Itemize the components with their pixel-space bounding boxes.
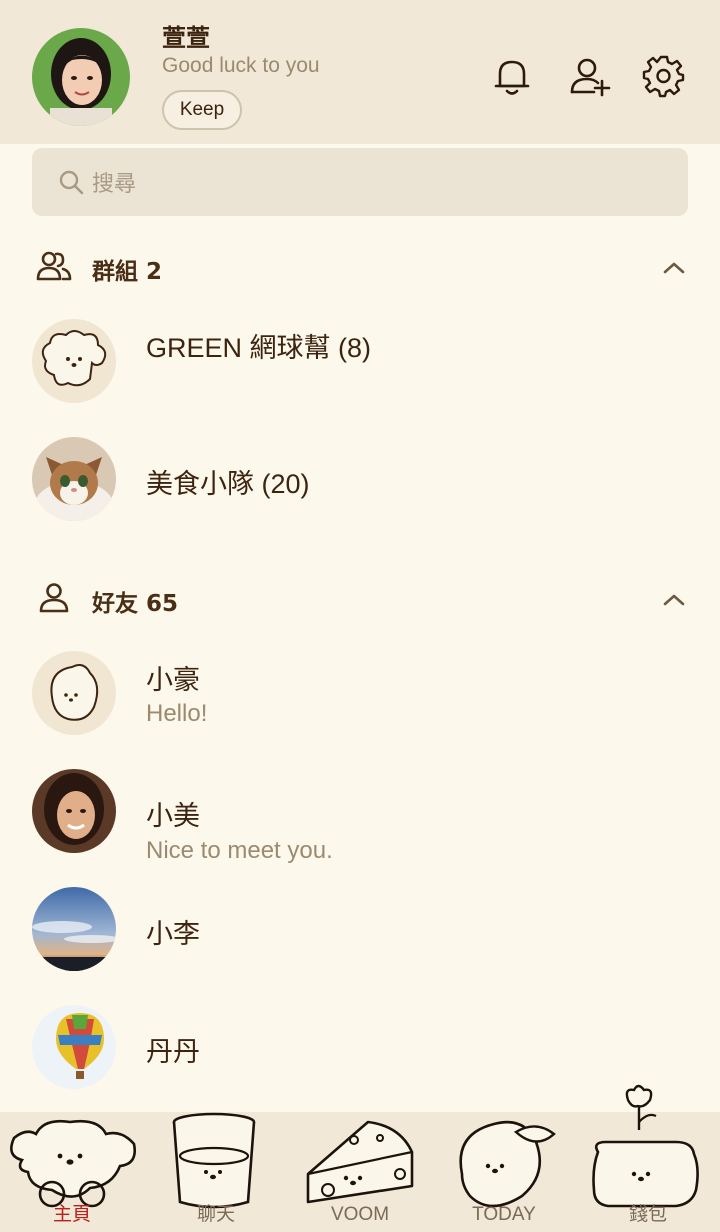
profile-status-message[interactable]: Good luck to you	[162, 54, 320, 78]
tab-wallet[interactable]: 錢包	[576, 1084, 720, 1232]
bottom-tab-bar: 主頁 聊天 VOOM TODAY 錢包	[0, 1084, 720, 1232]
settings-icon[interactable]	[642, 54, 686, 98]
keep-button[interactable]: Keep	[162, 90, 242, 130]
cheese-icon	[306, 1120, 414, 1204]
lemon-icon	[459, 1120, 556, 1208]
tab-voom[interactable]: VOOM	[288, 1112, 432, 1232]
groups-section-title[interactable]: 群組 2	[92, 252, 162, 286]
friend-name[interactable]: 小李	[146, 912, 200, 951]
profile-name[interactable]: 萱萱	[162, 18, 210, 53]
tab-label: 主頁	[52, 1204, 91, 1225]
profile-avatar[interactable]	[32, 28, 130, 126]
friend-status-message: Nice to meet you.	[146, 837, 333, 864]
bell-icon[interactable]	[490, 54, 534, 98]
group-avatar[interactable]	[32, 437, 116, 521]
friend-name[interactable]: 丹丹	[146, 1030, 200, 1069]
friend-name[interactable]: 小豪	[146, 658, 200, 697]
friend-avatar[interactable]	[32, 887, 116, 971]
glass-icon	[172, 1112, 256, 1209]
add-friend-icon[interactable]	[568, 54, 612, 98]
dog-icon	[10, 1119, 136, 1208]
tab-label: 錢包	[628, 1204, 667, 1225]
group-name[interactable]: GREEN 網球幫 (8)	[146, 326, 371, 365]
chevron-up-icon[interactable]	[660, 258, 688, 278]
profile-header: 萱萱 Good luck to you Keep	[0, 0, 720, 144]
tab-label: TODAY	[472, 1204, 536, 1225]
search-input[interactable]: 搜尋	[92, 166, 136, 198]
friend-avatar[interactable]	[32, 769, 116, 853]
search-bar[interactable]: 搜尋	[32, 148, 688, 216]
friend-name[interactable]: 小美	[146, 794, 200, 833]
chevron-up-icon[interactable]	[660, 590, 688, 610]
tab-label: 聊天	[196, 1204, 235, 1225]
friend-avatar[interactable]	[32, 651, 116, 735]
tab-label: VOOM	[330, 1204, 390, 1225]
tab-chats[interactable]: 聊天	[144, 1112, 288, 1232]
friend-status-message: Hello!	[146, 700, 208, 727]
pot-body-icon	[592, 1140, 699, 1208]
tab-home[interactable]: 主頁	[0, 1112, 144, 1232]
group-avatar[interactable]	[32, 319, 116, 403]
group-icon	[36, 248, 72, 284]
friend-icon	[36, 580, 72, 616]
search-icon	[58, 168, 86, 196]
tab-today[interactable]: TODAY	[432, 1112, 576, 1232]
friend-avatar[interactable]	[32, 1005, 116, 1089]
group-name[interactable]: 美食小隊 (20)	[146, 462, 310, 501]
friends-section-title[interactable]: 好友 65	[92, 584, 178, 618]
